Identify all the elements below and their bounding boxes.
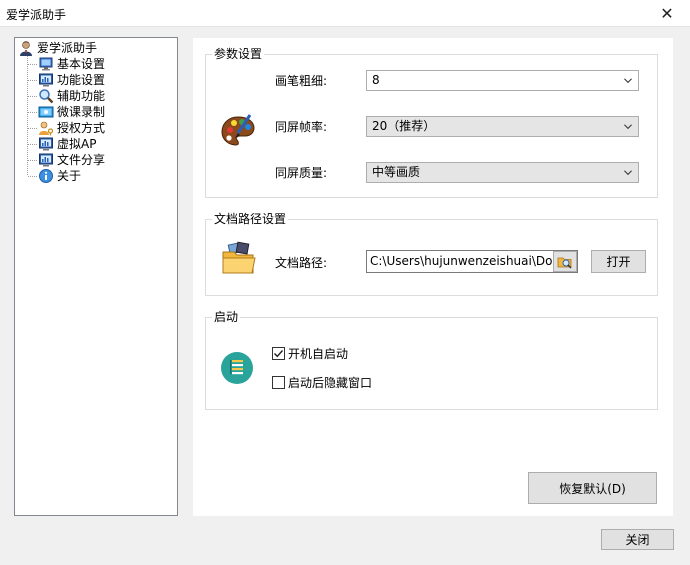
doc-path-input[interactable]: C:\Users\hujunwenzeishuai\Documents — [366, 250, 578, 273]
tree-item-label: 功能设置 — [57, 73, 106, 87]
pen-thickness-label: 画笔粗细: — [275, 74, 328, 88]
window-title: 爱学派助手 — [6, 8, 67, 22]
screen-quality-label: 同屏质量: — [275, 166, 328, 180]
pen-thickness-value: 8 — [372, 73, 380, 87]
tree-item-file-share[interactable]: 文件分享 — [38, 152, 105, 168]
tree-item-label: 授权方式 — [57, 121, 106, 135]
tree-item-authorization[interactable]: 授权方式 — [38, 120, 105, 136]
tree-item-label: 微课录制 — [57, 105, 106, 119]
folder-search-icon — [557, 257, 572, 268]
close-window-button[interactable]: ✕ — [644, 0, 690, 27]
path-group-title: 文档路径设置 — [212, 211, 289, 227]
doc-path-label: 文档路径: — [275, 256, 328, 270]
startup-group: 启动 开机自启动 启动后隐藏窗口 — [205, 309, 658, 410]
chevron-down-icon — [624, 170, 632, 176]
tree-item-label: 文件分享 — [57, 153, 106, 167]
chart-monitor-icon — [39, 153, 53, 167]
hide-on-start-checkbox-row[interactable]: 启动后隐藏窗口 — [272, 374, 372, 391]
restore-default-label: 恢复默认(D) — [559, 481, 626, 496]
chevron-down-icon — [624, 78, 632, 84]
hide-on-start-label: 启动后隐藏窗口 — [288, 376, 373, 390]
monitor-icon — [39, 57, 53, 71]
tree-root-label: 爱学派助手 — [37, 41, 98, 55]
screen-record-icon — [38, 106, 54, 118]
startup-group-title: 启动 — [212, 309, 241, 325]
settings-panel: 参数设置 画笔粗细: 8 同屏帧率: 20（推荐） 同屏质量: 中等画质 文档路… — [193, 38, 673, 516]
autostart-checkbox-row[interactable]: 开机自启动 — [272, 345, 348, 362]
path-group: 文档路径设置 文档路径: C:\Users\hujunwenzeishuai\D… — [205, 211, 658, 296]
title-bar: 爱学派助手 ✕ — [0, 0, 690, 27]
user-icon — [20, 41, 32, 56]
doc-path-value: C:\Users\hujunwenzeishuai\Documents — [370, 254, 577, 268]
screen-quality-value: 中等画质 — [372, 165, 421, 179]
params-group-title: 参数设置 — [212, 46, 265, 62]
chart-monitor-icon — [39, 137, 53, 151]
autostart-label: 开机自启动 — [288, 347, 349, 361]
chart-monitor-icon — [39, 73, 53, 87]
screen-fps-select[interactable]: 20（推荐） — [366, 116, 639, 137]
tree-root-node[interactable]: 爱学派助手 — [18, 40, 97, 56]
tree-item-label: 辅助功能 — [57, 89, 106, 103]
info-icon — [39, 169, 53, 183]
checkmark-icon — [274, 350, 284, 358]
screen-fps-value: 20（推荐） — [372, 119, 436, 133]
tree-item-virtual-ap[interactable]: 虚拟AP — [38, 136, 96, 152]
open-folder-button[interactable]: 打开 — [591, 250, 646, 273]
settings-tree[interactable]: 爱学派助手 基本设置 功能设置 辅助功能 微课录制 授权方式 虚拟AP 文件分享… — [14, 37, 178, 516]
close-icon: ✕ — [660, 4, 674, 23]
screen-fps-label: 同屏帧率: — [275, 120, 328, 134]
chevron-down-icon — [624, 124, 632, 130]
hide-on-start-checkbox[interactable] — [272, 376, 285, 389]
palette-icon — [221, 114, 255, 146]
tree-item-label: 关于 — [57, 169, 82, 183]
browse-folder-button[interactable] — [553, 251, 577, 272]
close-button-label: 关闭 — [625, 533, 650, 547]
screen-quality-select[interactable]: 中等画质 — [366, 162, 639, 183]
restore-default-button[interactable]: 恢复默认(D) — [528, 472, 657, 504]
user-key-icon — [39, 121, 54, 136]
tree-item-basic-settings[interactable]: 基本设置 — [38, 56, 105, 72]
tree-item-microlesson-record[interactable]: 微课录制 — [38, 104, 105, 120]
autostart-checkbox[interactable] — [272, 347, 285, 360]
open-folder-label: 打开 — [606, 255, 631, 269]
magnifier-icon — [39, 89, 54, 104]
tree-item-about[interactable]: 关于 — [38, 168, 81, 184]
folder-icon — [222, 241, 256, 274]
params-group: 参数设置 画笔粗细: 8 同屏帧率: 20（推荐） 同屏质量: 中等画质 — [205, 46, 658, 198]
pen-thickness-select[interactable]: 8 — [366, 70, 639, 91]
tree-item-assist-functions[interactable]: 辅助功能 — [38, 88, 105, 104]
tree-item-function-settings[interactable]: 功能设置 — [38, 72, 105, 88]
tree-item-label: 虚拟AP — [57, 137, 97, 151]
close-button[interactable]: 关闭 — [601, 529, 674, 550]
app-logo-icon — [221, 352, 253, 384]
tree-item-label: 基本设置 — [57, 57, 106, 71]
